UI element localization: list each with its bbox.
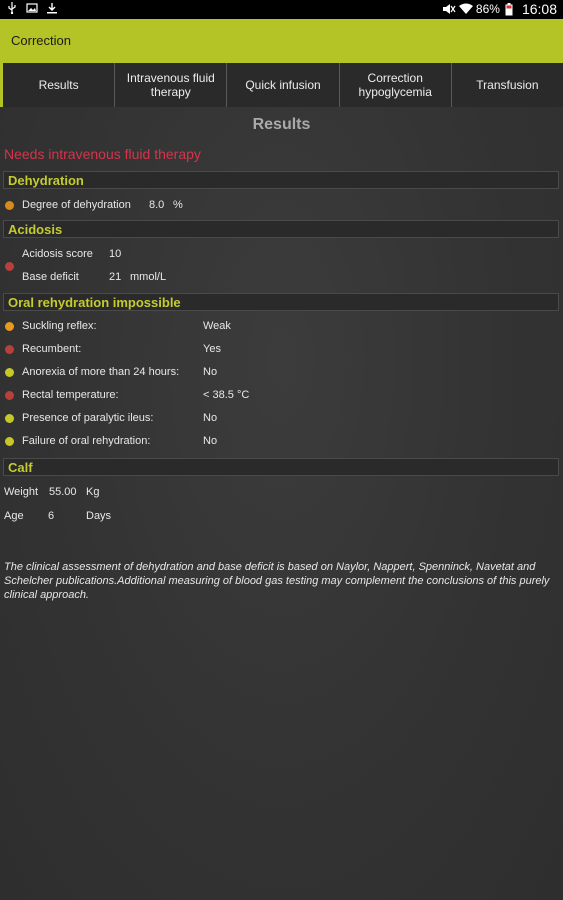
oral-failure-label: Failure of oral rehydration: bbox=[22, 435, 151, 447]
tab-correction-hypoglycemia[interactable]: Correction hypoglycemia bbox=[340, 63, 452, 107]
status-dot-anorexia bbox=[5, 368, 14, 377]
status-bar: 86% 16:08 bbox=[0, 0, 563, 19]
section-calf: Calf bbox=[3, 458, 559, 476]
oral-failure-value: No bbox=[203, 435, 218, 447]
battery-percent: 86% bbox=[475, 2, 500, 16]
mute-icon bbox=[442, 3, 456, 15]
status-dot-dehydration bbox=[5, 201, 14, 210]
dehydration-unit: % bbox=[173, 199, 183, 211]
base-deficit-value: 21 bbox=[109, 271, 122, 283]
status-dot-rectal-temperature bbox=[5, 391, 14, 400]
section-dehydration: Dehydration bbox=[3, 171, 559, 189]
section-header: Calf bbox=[8, 460, 33, 475]
usb-icon bbox=[6, 2, 18, 15]
weight-unit: Kg bbox=[86, 486, 100, 498]
section-acidosis: Acidosis bbox=[3, 220, 559, 238]
status-dot-oral-failure bbox=[5, 437, 14, 446]
tab-transfusion[interactable]: Transfusion bbox=[452, 63, 563, 107]
status-dot-paralytic-ileus bbox=[5, 414, 14, 423]
tab-intravenous-fluid-therapy[interactable]: Intravenous fluid therapy bbox=[115, 63, 228, 107]
gallery-icon bbox=[26, 2, 38, 14]
clinical-footnote: The clinical assessment of dehydration a… bbox=[4, 561, 550, 601]
section-oral-rehydration: Oral rehydration impossible bbox=[3, 293, 559, 311]
recumbent-value: Yes bbox=[203, 343, 221, 355]
status-dot-recumbent bbox=[5, 345, 14, 354]
dehydration-label: Degree of dehydration bbox=[22, 199, 131, 211]
tab-results[interactable]: Results bbox=[0, 63, 116, 107]
page-title: Results bbox=[252, 116, 311, 133]
age-value: 6 bbox=[48, 510, 55, 522]
status-dot-acidosis bbox=[5, 262, 14, 271]
dehydration-value: 8.0 bbox=[149, 199, 165, 211]
weight-label: Weight bbox=[4, 486, 39, 498]
tab-quick-infusion[interactable]: Quick infusion bbox=[227, 63, 340, 107]
suckling-reflex-label: Suckling reflex: bbox=[22, 320, 97, 332]
age-unit: Days bbox=[86, 510, 112, 522]
status-dot-suckling bbox=[5, 322, 14, 331]
download-icon bbox=[46, 2, 58, 14]
acidosis-score-value: 10 bbox=[109, 248, 122, 260]
paralytic-ileus-label: Presence of paralytic ileus: bbox=[22, 412, 154, 424]
suckling-reflex-value: Weak bbox=[203, 320, 231, 332]
age-label: Age bbox=[4, 510, 24, 522]
acidosis-score-label: Acidosis score bbox=[22, 248, 93, 260]
rectal-temperature-label: Rectal temperature: bbox=[22, 389, 119, 401]
base-deficit-unit: mmol/L bbox=[130, 271, 167, 283]
wifi-icon bbox=[458, 3, 473, 15]
section-header: Dehydration bbox=[8, 173, 84, 188]
anorexia-label: Anorexia of more than 24 hours: bbox=[22, 366, 180, 378]
notification-icons bbox=[6, 2, 58, 15]
anorexia-value: No bbox=[203, 366, 218, 378]
section-header: Oral rehydration impossible bbox=[8, 295, 181, 310]
tab-bar: Results Intravenous fluid therapy Quick … bbox=[0, 63, 563, 107]
therapy-alert: Needs intravenous fluid therapy bbox=[4, 146, 201, 162]
paralytic-ileus-value: No bbox=[203, 412, 218, 424]
clock: 16:08 bbox=[521, 1, 557, 17]
rectal-temperature-value: < 38.5 °C bbox=[203, 389, 250, 401]
system-icons: 86% 16:08 bbox=[442, 1, 557, 17]
section-header: Acidosis bbox=[8, 222, 63, 237]
app-title: Correction bbox=[11, 33, 71, 48]
base-deficit-label: Base deficit bbox=[22, 271, 79, 283]
recumbent-label: Recumbent: bbox=[22, 343, 82, 355]
battery-icon bbox=[505, 3, 517, 16]
action-bar: Correction bbox=[0, 19, 563, 63]
weight-value: 55.00 bbox=[49, 486, 77, 498]
